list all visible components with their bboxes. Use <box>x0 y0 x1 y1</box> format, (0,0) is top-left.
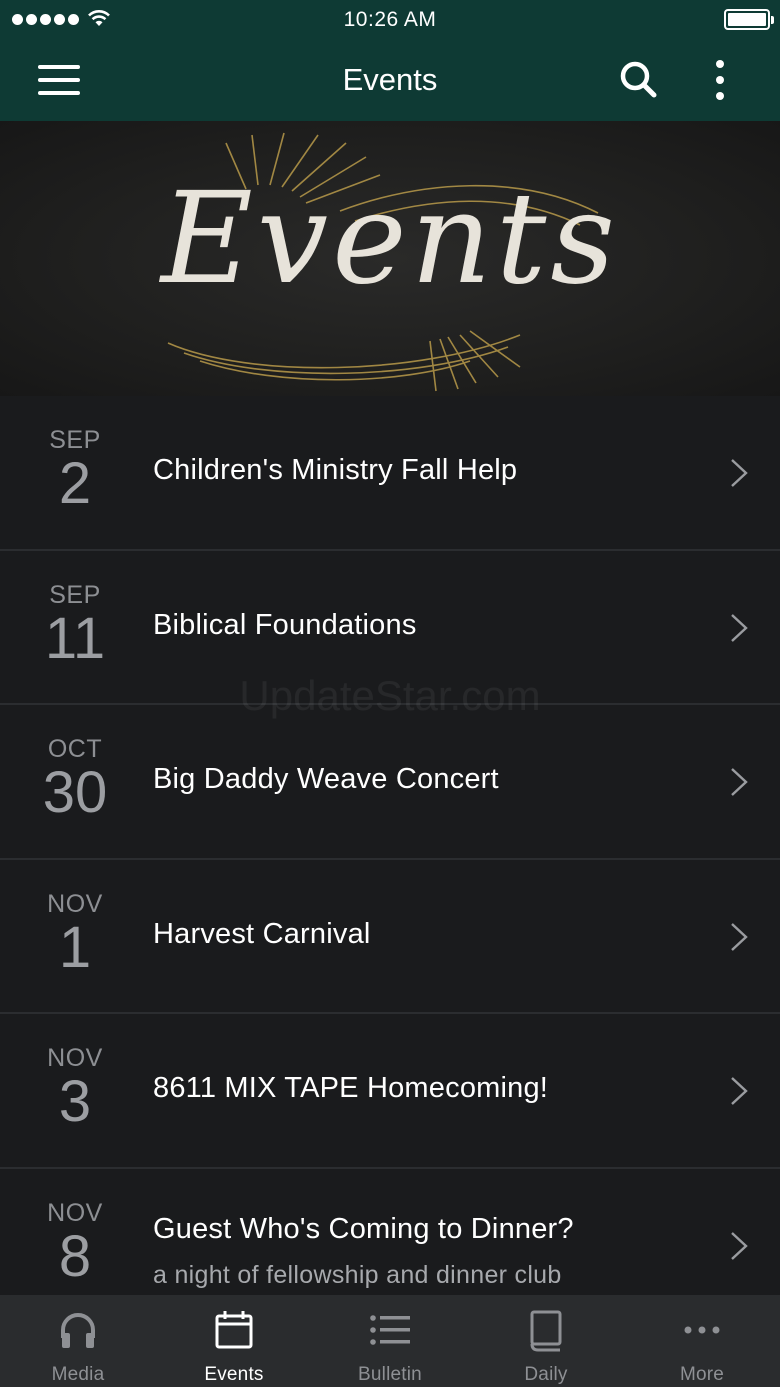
event-date: SEP 2 <box>22 428 128 513</box>
event-row[interactable]: OCT 30 Big Daddy Weave Concert <box>0 705 780 860</box>
chevron-right-icon <box>731 922 748 951</box>
list-icon <box>370 1315 410 1345</box>
chevron-right-icon <box>731 459 748 487</box>
event-title: Children's Ministry Fall Help <box>153 454 518 486</box>
event-subtitle: a night of fellowship and dinner club <box>153 1260 562 1289</box>
event-month: SEP <box>49 426 101 454</box>
event-month: NOV <box>47 889 103 918</box>
event-day: 8 <box>58 1223 92 1289</box>
page-title: Events <box>342 62 438 97</box>
more-options-button[interactable] <box>705 58 735 102</box>
status-time: 10:26 AM <box>343 8 437 31</box>
search-icon[interactable] <box>617 58 659 100</box>
chevron-right-icon <box>731 1077 748 1105</box>
event-day: 30 <box>42 760 108 825</box>
ellipsis-icon <box>684 1326 720 1334</box>
event-day: 11 <box>44 605 106 671</box>
event-title: Big Daddy Weave Concert <box>153 763 499 795</box>
event-row[interactable]: NOV 8 Guest Who's Coming to Dinner? a ni… <box>0 1168 780 1295</box>
tab-daily[interactable]: Daily <box>468 1295 624 1387</box>
event-row[interactable]: SEP 11 Biblical Foundations <box>0 550 780 705</box>
top-bar: 10:26 AM Events <box>0 0 780 121</box>
event-date: SEP 11 <box>22 580 128 671</box>
navigation-bar: Events <box>0 40 780 121</box>
tab-bulletin[interactable]: Bulletin <box>312 1295 468 1387</box>
tab-label: Events <box>204 1364 264 1385</box>
tab-bar: Media Events Bulletin Daily More <box>0 1295 780 1387</box>
event-title: Biblical Foundations <box>153 608 417 641</box>
event-month: NOV <box>47 1198 103 1227</box>
hero-banner: Events <box>0 121 780 396</box>
chevron-right-icon <box>731 613 748 642</box>
event-day: 2 <box>58 451 92 516</box>
event-title: Harvest Carnival <box>153 917 371 950</box>
event-day: 3 <box>58 1069 92 1134</box>
headphones-icon <box>61 1313 95 1348</box>
event-date: NOV 1 <box>22 889 128 980</box>
event-row[interactable]: SEP 2 Children's Ministry Fall Help <box>0 396 780 551</box>
event-date: NOV 3 <box>22 1046 128 1131</box>
tab-media[interactable]: Media <box>0 1295 156 1387</box>
battery-icon <box>724 9 774 30</box>
event-month: NOV <box>47 1044 103 1072</box>
tab-label: Media <box>51 1364 105 1385</box>
calendar-icon <box>215 1311 253 1349</box>
tab-events[interactable]: Events <box>156 1295 312 1387</box>
events-list: SEP 2 Children's Ministry Fall Help SEP … <box>0 396 780 1295</box>
tab-more[interactable]: More <box>624 1295 780 1387</box>
event-row[interactable]: NOV 1 Harvest Carnival <box>0 859 780 1014</box>
event-title: Guest Who's Coming to Dinner? <box>153 1212 574 1245</box>
event-day: 1 <box>58 914 92 980</box>
tab-label: Bulletin <box>358 1364 422 1385</box>
chevron-right-icon <box>731 1231 748 1260</box>
event-title: 8611 MIX TAPE Homecoming! <box>153 1072 549 1104</box>
event-month: SEP <box>49 580 101 609</box>
event-date: NOV 8 <box>22 1198 128 1289</box>
event-row[interactable]: NOV 3 8611 MIX TAPE Homecoming! <box>0 1014 780 1169</box>
tab-label: Daily <box>524 1364 568 1385</box>
chevron-right-icon <box>731 768 748 796</box>
hero-title: Events <box>160 165 620 312</box>
tab-label: More <box>679 1364 725 1385</box>
event-date: OCT 30 <box>22 737 128 822</box>
book-icon <box>530 1310 562 1352</box>
status-bar: 10:26 AM <box>0 0 780 40</box>
event-month: OCT <box>47 735 103 763</box>
